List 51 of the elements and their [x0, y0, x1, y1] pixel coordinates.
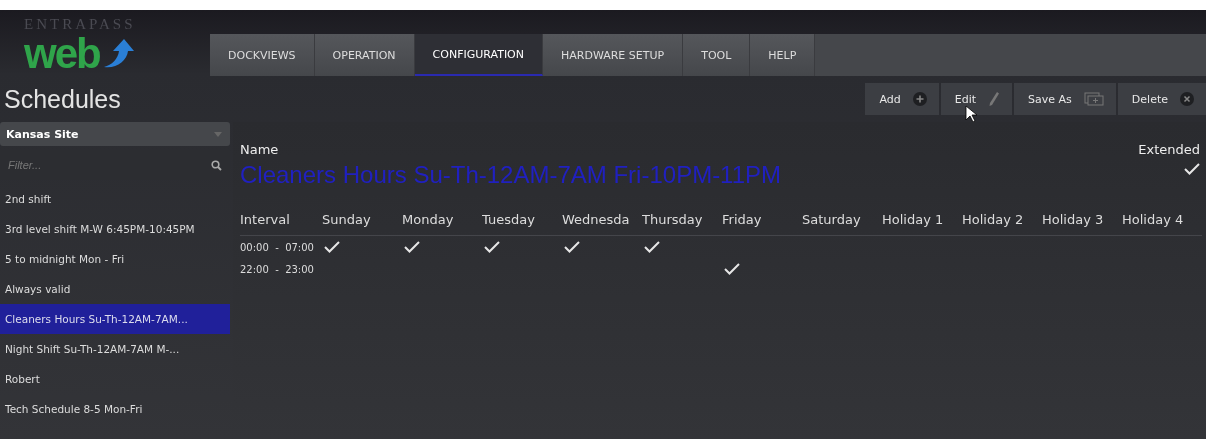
check-icon — [404, 241, 420, 253]
schedule-item[interactable]: 5 to midnight Mon - Fri — [0, 244, 230, 274]
column-header: Saturday — [802, 203, 882, 236]
column-header: Tuesday — [482, 203, 562, 236]
delete-icon — [1180, 92, 1194, 106]
menu-tab[interactable]: HELP — [750, 34, 816, 76]
toolbar-button[interactable]: Save As — [1014, 83, 1116, 115]
column-header: Holiday 1 — [882, 203, 962, 236]
menu-tab[interactable]: TOOL — [683, 34, 751, 76]
schedule-item[interactable]: Always valid — [0, 274, 230, 304]
schedule-name: Cleaners Hours Su-Th-12AM-7AM Fri-10PM-11PM — [240, 161, 782, 189]
logo-text: web — [24, 32, 100, 76]
menu-tab[interactable]: DOCKVIEWS — [210, 34, 315, 76]
schedule-item[interactable]: Night Shift Su-Th-12AM-7AM M-... — [0, 334, 230, 364]
schedule-item[interactable]: 3rd level shift M-W 6:45PM-10:45PM — [0, 214, 230, 244]
save-as-icon — [1083, 92, 1104, 106]
page-title: Schedules — [3, 84, 121, 114]
check-icon — [644, 241, 660, 253]
extended-label: Extended — [1138, 142, 1200, 157]
column-header: Holiday 2 — [962, 203, 1042, 236]
column-header: Thursday — [642, 203, 722, 236]
interval-cell-text: 00:00 - 07:00 — [240, 240, 315, 255]
toolbar-button[interactable]: Delete — [1117, 83, 1206, 115]
check-icon — [484, 241, 500, 253]
interval-cell-text: 22:00 - 23:00 — [240, 262, 315, 277]
check-icon — [324, 241, 340, 253]
schedule-item[interactable]: 2nd shift — [0, 184, 230, 214]
schedule-item[interactable]: Tech Schedule 8-5 Mon-Fri — [0, 394, 230, 424]
schedule-item[interactable]: Robert — [0, 364, 230, 394]
column-header: Sunday — [322, 203, 402, 236]
mouse-cursor-icon — [964, 105, 977, 123]
column-header: Monday — [402, 203, 482, 236]
menu-tab[interactable]: CONFIGURATION — [414, 34, 543, 76]
column-header: Friday — [722, 203, 802, 236]
check-icon — [724, 263, 740, 275]
column-header: Holiday 4 — [1122, 203, 1202, 236]
plus-icon — [912, 92, 927, 106]
column-header: Wednesda — [562, 203, 642, 236]
search-icon — [211, 159, 222, 171]
site-dropdown[interactable]: Kansas Site — [0, 122, 230, 146]
toolbar-button[interactable]: Add — [865, 83, 939, 115]
menu-tab[interactable]: HARDWARE SETUP — [543, 34, 684, 76]
column-header: Interval — [240, 203, 322, 236]
filter-field[interactable]: Filter... — [6, 150, 211, 180]
schedule-item[interactable]: Cleaners Hours Su-Th-12AM-7AM... — [0, 304, 230, 334]
menu-tab[interactable]: OPERATION — [314, 34, 415, 76]
pencil-icon — [988, 91, 1001, 107]
caret-icon — [214, 131, 222, 137]
check-icon — [564, 241, 580, 253]
column-header: Holiday 3 — [1042, 203, 1122, 236]
name-label: Name — [240, 142, 280, 157]
